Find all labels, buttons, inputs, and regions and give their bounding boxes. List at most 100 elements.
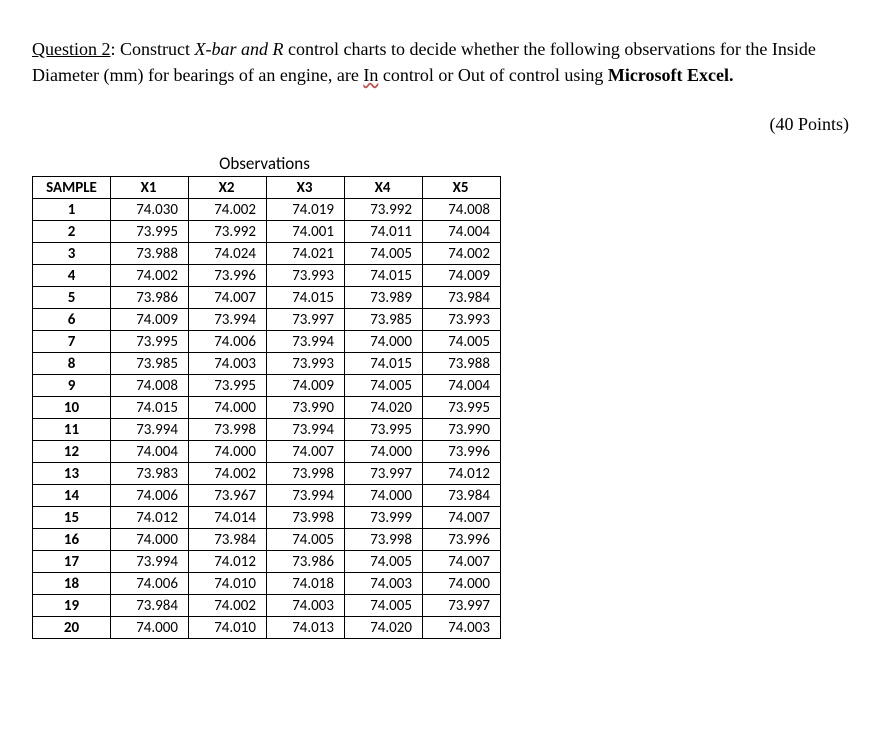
cell-sample: 11 [33, 419, 111, 441]
cell-x1: 74.012 [111, 507, 189, 529]
cell-sample: 5 [33, 287, 111, 309]
cell-sample: 9 [33, 375, 111, 397]
cell-x5: 73.993 [423, 309, 501, 331]
cell-x4: 73.989 [345, 287, 423, 309]
table-row: 2074.00074.01074.01374.02074.003 [33, 617, 501, 639]
cell-x1: 73.984 [111, 595, 189, 617]
cell-x4: 74.015 [345, 353, 423, 375]
table-row: 1173.99473.99873.99473.99573.990 [33, 419, 501, 441]
cell-x1: 74.006 [111, 485, 189, 507]
cell-x1: 74.000 [111, 529, 189, 551]
cell-x5: 73.996 [423, 441, 501, 463]
cell-x4: 74.020 [345, 617, 423, 639]
cell-x3: 73.993 [267, 265, 345, 287]
cell-sample: 10 [33, 397, 111, 419]
cell-x4: 74.020 [345, 397, 423, 419]
cell-x2: 74.010 [189, 617, 267, 639]
cell-x3: 74.013 [267, 617, 345, 639]
cell-x3: 74.001 [267, 221, 345, 243]
cell-x2: 74.000 [189, 441, 267, 463]
observations-table: SAMPLE X1 X2 X3 X4 X5 174.03074.00274.01… [32, 176, 501, 639]
cell-sample: 13 [33, 463, 111, 485]
cell-sample: 4 [33, 265, 111, 287]
cell-x4: 73.999 [345, 507, 423, 529]
cell-x5: 74.003 [423, 617, 501, 639]
cell-sample: 14 [33, 485, 111, 507]
table-row: 573.98674.00774.01573.98973.984 [33, 287, 501, 309]
cell-x4: 74.000 [345, 331, 423, 353]
cell-x1: 74.008 [111, 375, 189, 397]
table-row: 1773.99474.01273.98674.00574.007 [33, 551, 501, 573]
table-row: 273.99573.99274.00174.01174.004 [33, 221, 501, 243]
question-text-part1: : Construct [111, 39, 195, 59]
cell-sample: 8 [33, 353, 111, 375]
table-row: 1973.98474.00274.00374.00573.997 [33, 595, 501, 617]
table-row: 1274.00474.00074.00774.00073.996 [33, 441, 501, 463]
cell-x4: 74.000 [345, 441, 423, 463]
header-x1: X1 [111, 177, 189, 199]
question-text: Question 2: Construct X-bar and R contro… [32, 36, 855, 88]
table-row: 873.98574.00373.99374.01573.988 [33, 353, 501, 375]
cell-x2: 74.002 [189, 595, 267, 617]
table-body: 174.03074.00274.01973.99274.0082 73.995 73… [33, 199, 501, 639]
cell-x2: 73.967 [189, 485, 267, 507]
cell-x4: 74.005 [345, 595, 423, 617]
cell-x5: 74.007 [423, 507, 501, 529]
cell-x2: 74.014 [189, 507, 267, 529]
cell-x4: 74.000 [345, 485, 423, 507]
cell-x3: 74.018 [267, 573, 345, 595]
question-italic-xbar-r: X-bar and R [195, 39, 284, 59]
cell-x2: 73.984 [189, 529, 267, 551]
cell-x3: 74.019 [267, 199, 345, 221]
cell-x1: 74.006 [111, 573, 189, 595]
cell-x1: 73.995 [111, 331, 189, 353]
header-x3: X3 [267, 177, 345, 199]
cell-x3: 73.994 [267, 485, 345, 507]
cell-x2: 74.002 [189, 199, 267, 221]
cell-x5: 74.009 [423, 265, 501, 287]
cell-x4: 74.003 [345, 573, 423, 595]
cell-x5: 73.996 [423, 529, 501, 551]
cell-x2: 73.996 [189, 265, 267, 287]
cell-x4: 73.992 [345, 199, 423, 221]
cell-x3: 73.998 [267, 463, 345, 485]
cell-x5: 74.008 [423, 199, 501, 221]
cell-x1: 73.994 [111, 551, 189, 573]
cell-x3: 74.007 [267, 441, 345, 463]
cell-x2: 74.010 [189, 573, 267, 595]
question-text-part3: control or Out of control using [378, 65, 607, 85]
cell-x2: 74.012 [189, 551, 267, 573]
table-row: 1874.00674.01074.01874.00374.000 [33, 573, 501, 595]
table-row: 974.00873.99574.00974.00574.004 [33, 375, 501, 397]
header-x2: X2 [189, 177, 267, 199]
table-row: 1474.00673.96773.99474.00073.984 [33, 485, 501, 507]
question-in-word: In [363, 65, 378, 85]
cell-sample: 2 [33, 221, 111, 243]
cell-x4: 73.998 [345, 529, 423, 551]
cell-x5: 74.000 [423, 573, 501, 595]
cell-x1: 74.009 [111, 309, 189, 331]
cell-x1: 74.002 [111, 265, 189, 287]
cell-x3: 73.994 [267, 331, 345, 353]
table-row: 174.03074.00274.01973.99274.008 [33, 199, 501, 221]
points-label: (40 Points) [32, 114, 855, 135]
cell-x1: 73.986 [111, 287, 189, 309]
cell-x4: 74.015 [345, 265, 423, 287]
table-row: 1674.00073.98474.00573.99873.996 [33, 529, 501, 551]
cell-x3: 73.993 [267, 353, 345, 375]
cell-x2: 73.992 [189, 221, 267, 243]
question-bold-excel: Microsoft Excel. [608, 65, 734, 85]
header-x4: X4 [345, 177, 423, 199]
table-row: 1574.01274.01473.99873.99974.007 [33, 507, 501, 529]
cell-x5: 74.005 [423, 331, 501, 353]
cell-x5: 74.012 [423, 463, 501, 485]
table-row: 474.00273.99673.99374.01574.009 [33, 265, 501, 287]
cell-x1: 74.030 [111, 199, 189, 221]
cell-sample: 6 [33, 309, 111, 331]
cell-x2: 74.007 [189, 287, 267, 309]
cell-sample: 17 [33, 551, 111, 573]
cell-x4: 74.011 [345, 221, 423, 243]
cell-x5: 73.990 [423, 419, 501, 441]
cell-sample: 18 [33, 573, 111, 595]
cell-x5: 73.997 [423, 595, 501, 617]
